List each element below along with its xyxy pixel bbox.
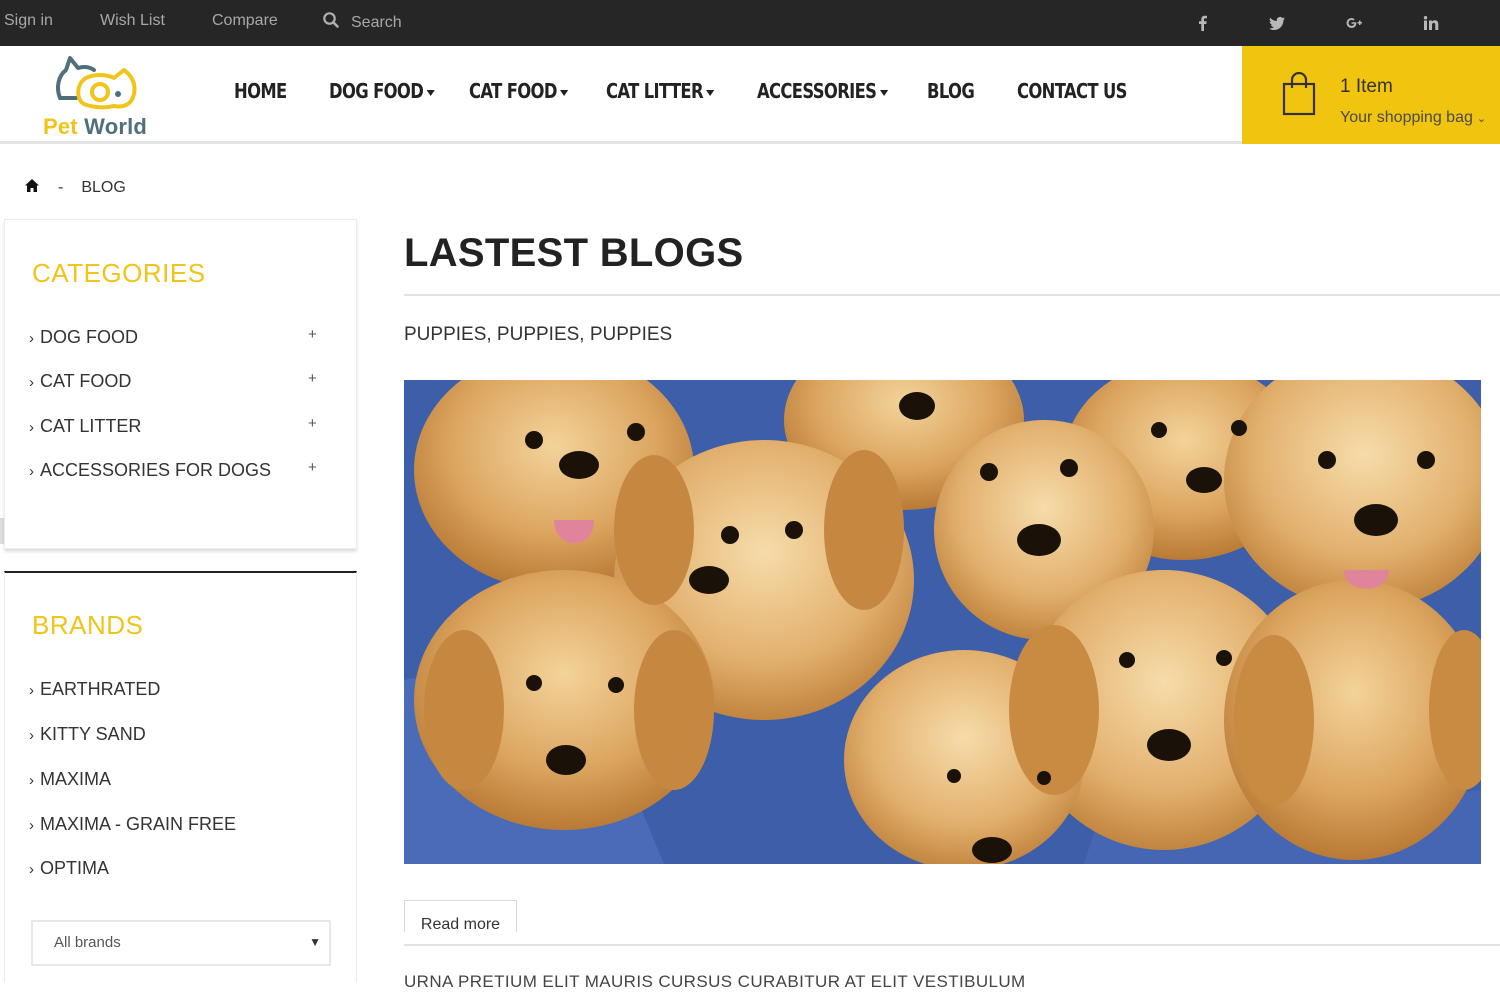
chevron-right-icon: ›: [29, 861, 34, 878]
dropdown-arrow-icon: ▼: [309, 935, 321, 949]
chevron-right-icon: ›: [29, 374, 34, 391]
category-cat-food[interactable]: › CAT FOOD: [29, 371, 131, 392]
category-dog-food[interactable]: › DOG FOOD: [29, 327, 138, 348]
breadcrumb: - BLOG: [24, 178, 126, 198]
chevron-down-icon: ⌄: [1476, 113, 1487, 125]
compare-link[interactable]: Compare: [212, 12, 278, 30]
chevron-right-icon: ›: [29, 727, 34, 744]
top-bar: Sign in Wish List Compare: [0, 0, 1500, 46]
nav-blog-label: BLOG: [927, 79, 975, 103]
brand-select-value: All brands: [54, 934, 121, 951]
linkedin-icon[interactable]: [1421, 13, 1441, 33]
brand-maxima[interactable]: › MAXIMA: [29, 769, 111, 790]
cart-item-count: 1 Item: [1340, 76, 1393, 97]
divider: [404, 944, 1500, 946]
pet-world-logo[interactable]: Pet World: [40, 54, 158, 139]
categories-title: CATEGORIES: [32, 258, 206, 288]
caret-down-icon: [879, 89, 888, 96]
wish-list-link[interactable]: Wish List: [100, 12, 165, 30]
brand-label: MAXIMA: [40, 769, 112, 789]
breadcrumb-current: BLOG: [81, 179, 126, 196]
nav-home-label: HOME: [234, 79, 287, 103]
brand-label: KITTY SAND: [40, 724, 146, 744]
expand-plus-icon[interactable]: +: [308, 415, 317, 432]
brand-select[interactable]: All brands ▼: [31, 920, 331, 966]
nav-dog-food[interactable]: DOG FOOD: [329, 79, 435, 103]
caret-down-icon: [560, 89, 569, 96]
page-title: LASTEST BLOGS: [404, 231, 744, 275]
expand-plus-icon[interactable]: +: [308, 326, 317, 343]
nav-cat-food[interactable]: CAT FOOD: [469, 79, 569, 103]
shopping-bag-icon: [1282, 71, 1316, 121]
nav-accessories-label: ACCESSORIES: [757, 79, 877, 103]
expand-plus-icon[interactable]: +: [308, 459, 317, 476]
chevron-right-icon: ›: [29, 817, 34, 834]
breadcrumb-separator: -: [58, 179, 64, 196]
category-label: DOG FOOD: [40, 327, 138, 347]
nav-dog-food-label: DOG FOOD: [329, 79, 424, 103]
twitter-icon[interactable]: [1267, 13, 1287, 33]
category-label: CAT LITTER: [40, 416, 142, 436]
categories-panel: CATEGORIES › DOG FOOD + › CAT FOOD + › CAT …: [4, 219, 357, 549]
nav-cat-litter[interactable]: CAT LITTER: [606, 79, 715, 103]
sign-in-link[interactable]: Sign in: [4, 12, 53, 30]
nav-contact-us[interactable]: CONTACT US: [1017, 79, 1127, 103]
category-label: ACCESSORIES FOR DOGS: [40, 460, 272, 480]
home-icon[interactable]: [24, 178, 40, 198]
nav-blog[interactable]: BLOG: [927, 79, 975, 103]
logo-pet-text: Pet: [43, 114, 78, 139]
brand-kitty-sand[interactable]: › KITTY SAND: [29, 724, 146, 745]
caret-down-icon: [706, 89, 715, 96]
expand-plus-icon[interactable]: +: [308, 370, 317, 387]
main-header: Pet World HOME DOG FOOD CAT FOOD CAT LIT…: [0, 46, 1500, 144]
brands-panel: BRANDS › EARTHRATED › KITTY SAND › MAXIMA ›…: [4, 571, 357, 982]
brands-title: BRANDS: [32, 610, 144, 640]
search-input[interactable]: [351, 13, 531, 32]
chevron-right-icon: ›: [29, 330, 34, 347]
category-accessories-for-dogs[interactable]: › ACCESSORIES FOR DOGS: [29, 460, 271, 481]
category-cat-litter[interactable]: › CAT LITTER: [29, 416, 141, 437]
brand-earthrated[interactable]: › EARTHRATED: [29, 679, 160, 700]
cart-label-text: Your shopping bag: [1340, 109, 1473, 126]
nav-cat-food-label: CAT FOOD: [469, 79, 557, 103]
chevron-right-icon: ›: [29, 419, 34, 436]
brand-maxima-grain-free[interactable]: › MAXIMA - GRAIN FREE: [29, 814, 236, 835]
post-image-puppies[interactable]: [404, 380, 1481, 864]
brand-label: MAXIMA - GRAIN FREE: [40, 814, 237, 834]
nav-home[interactable]: HOME: [234, 79, 287, 103]
category-label: CAT FOOD: [40, 371, 132, 391]
nav-cat-litter-label: CAT LITTER: [606, 79, 704, 103]
brand-label: EARTHRATED: [40, 679, 161, 699]
nav-contact-us-label: CONTACT US: [1017, 79, 1127, 103]
search-icon[interactable]: [322, 11, 340, 34]
brand-label: OPTIMA: [40, 858, 110, 878]
chevron-right-icon: ›: [29, 772, 34, 789]
logo-world-text: World: [84, 114, 148, 139]
next-post-title[interactable]: URNA PRETIUM ELIT MAURIS CURSUS CURABITU…: [404, 972, 1026, 992]
search-box: [322, 11, 531, 34]
post-title[interactable]: PUPPIES, PUPPIES, PUPPIES: [404, 324, 672, 346]
divider: [404, 294, 1500, 296]
cart-label: Your shopping bag ⌄: [1340, 109, 1486, 127]
shopping-cart[interactable]: 1 Item Your shopping bag ⌄: [1242, 46, 1500, 144]
brand-optima[interactable]: › OPTIMA: [29, 858, 109, 879]
chevron-right-icon: ›: [29, 682, 34, 699]
read-more-button[interactable]: Read more: [404, 900, 517, 933]
google-plus-icon[interactable]: [1344, 13, 1364, 33]
facebook-icon[interactable]: [1193, 13, 1213, 33]
nav-accessories[interactable]: ACCESSORIES: [757, 79, 888, 103]
chevron-right-icon: ›: [29, 463, 34, 480]
caret-down-icon: [426, 89, 435, 96]
